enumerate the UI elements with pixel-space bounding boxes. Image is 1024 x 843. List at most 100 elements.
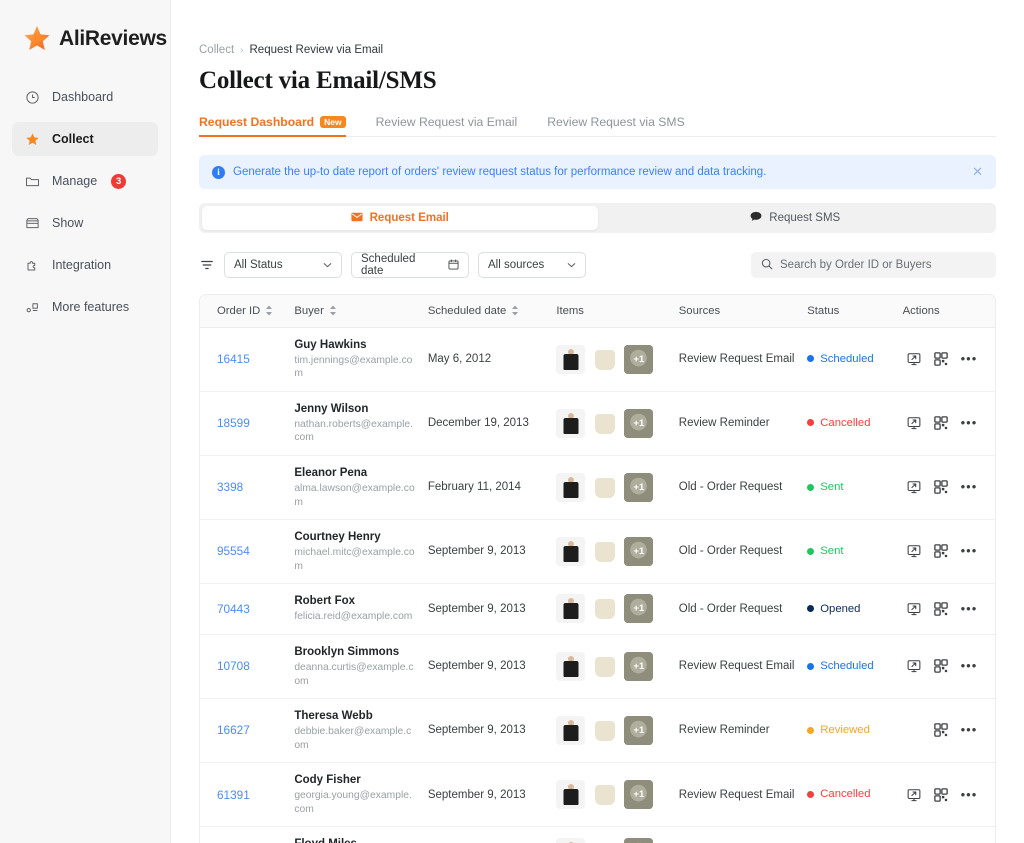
more-options-icon[interactable]: •••	[961, 726, 978, 734]
item-thumbnail[interactable]	[590, 716, 619, 745]
item-thumbnail[interactable]	[556, 780, 585, 809]
item-thumbnail[interactable]	[590, 473, 619, 502]
preview-icon[interactable]	[907, 480, 921, 494]
item-thumbnail[interactable]	[590, 537, 619, 566]
column-order-id[interactable]: Order ID	[200, 295, 288, 327]
qr-code-icon[interactable]	[934, 480, 948, 494]
preview-icon[interactable]	[907, 659, 921, 673]
cell-scheduled-date: May 6, 2012	[422, 327, 550, 391]
qr-code-icon[interactable]	[934, 602, 948, 616]
preview-icon[interactable]	[907, 544, 921, 558]
more-options-icon[interactable]: •••	[961, 419, 978, 427]
preview-icon[interactable]	[907, 352, 921, 366]
filter-icon[interactable]	[199, 257, 215, 273]
item-thumbnail[interactable]	[556, 537, 585, 566]
order-id-link[interactable]: 70443	[217, 602, 250, 616]
item-thumbnail[interactable]	[556, 345, 585, 374]
table-row[interactable]: 61391Cody Fishergeorgia.young@example.co…	[200, 763, 995, 827]
qr-code-icon[interactable]	[934, 788, 948, 802]
tab-review-request-via-sms[interactable]: Review Request via SMS	[547, 115, 685, 136]
item-thumbnail[interactable]	[556, 838, 585, 843]
request-email-button[interactable]: Request Email	[202, 206, 598, 230]
item-thumbnail[interactable]	[590, 594, 619, 623]
more-options-icon[interactable]: •••	[961, 355, 978, 363]
item-thumbnail-more[interactable]: +1	[624, 537, 653, 566]
table-row[interactable]: 16627Theresa Webbdebbie.baker@example.co…	[200, 698, 995, 762]
more-options-icon[interactable]: •••	[961, 662, 978, 670]
qr-code-icon[interactable]	[934, 352, 948, 366]
sidebar-item-collect[interactable]: Collect	[12, 122, 158, 156]
order-id-link[interactable]: 18599	[217, 416, 250, 430]
cell-actions: •••	[897, 391, 995, 455]
table-row[interactable]: 3398Eleanor Penaalma.lawson@example.comF…	[200, 455, 995, 519]
table-row[interactable]: 10708Brooklyn Simmonsdeanna.curtis@examp…	[200, 634, 995, 698]
order-id-link[interactable]: 16415	[217, 352, 250, 366]
item-thumbnail[interactable]	[590, 780, 619, 809]
sidebar-item-integration[interactable]: Integration	[12, 248, 158, 282]
qr-code-icon[interactable]	[934, 659, 948, 673]
qr-code-icon[interactable]	[934, 544, 948, 558]
scheduled-date-filter[interactable]: Scheduled date	[351, 252, 469, 278]
item-thumbnail[interactable]	[590, 652, 619, 681]
column-label: Actions	[903, 305, 940, 317]
item-thumbnail[interactable]	[556, 473, 585, 502]
sidebar-item-dashboard[interactable]: Dashboard	[12, 80, 158, 114]
qr-code-icon[interactable]	[934, 416, 948, 430]
order-id-link[interactable]: 61391	[217, 788, 250, 802]
cell-status: Opened	[801, 584, 896, 635]
item-thumbnail[interactable]	[590, 409, 619, 438]
order-id-link[interactable]: 10708	[217, 659, 250, 673]
preview-icon[interactable]	[907, 416, 921, 430]
request-sms-button[interactable]: Request SMS	[598, 206, 994, 230]
more-options-icon[interactable]: •••	[961, 547, 978, 555]
sidebar-item-manage[interactable]: Manage 3	[12, 164, 158, 198]
cell-order-id: 20079	[200, 827, 288, 843]
item-thumbnail[interactable]	[556, 409, 585, 438]
item-thumbnail-more[interactable]: +1	[624, 409, 653, 438]
table-row[interactable]: 95554Courtney Henrymichael.mitc@example.…	[200, 519, 995, 583]
column-label: Buyer	[294, 305, 324, 317]
breadcrumb-root[interactable]: Collect	[199, 44, 234, 56]
column-buyer[interactable]: Buyer	[288, 295, 422, 327]
item-thumbnail-more[interactable]: +1	[624, 838, 653, 843]
item-thumbnail-more[interactable]: +1	[624, 473, 653, 502]
item-thumbnail[interactable]	[556, 652, 585, 681]
table-row[interactable]: 20079Floyd Milestanya.hill@example.comFe…	[200, 827, 995, 843]
status-dot	[807, 727, 814, 734]
row-actions: •••	[903, 659, 989, 673]
sources-filter-select[interactable]: All sources	[478, 252, 586, 278]
tab-request-dashboard[interactable]: Request Dashboard New	[199, 115, 346, 136]
item-thumbnail[interactable]	[590, 345, 619, 374]
item-thumbnail[interactable]	[556, 716, 585, 745]
item-thumbnail-more[interactable]: +1	[624, 594, 653, 623]
buyer-email: felicia.reid@example.com	[294, 610, 416, 623]
column-scheduled-date[interactable]: Scheduled date	[422, 295, 550, 327]
item-thumbnail-more[interactable]: +1	[624, 345, 653, 374]
sidebar-item-show[interactable]: Show	[12, 206, 158, 240]
item-thumbnail[interactable]	[556, 594, 585, 623]
item-thumbnail-more[interactable]: +1	[624, 652, 653, 681]
more-options-icon[interactable]: •••	[961, 791, 978, 799]
item-thumbnail[interactable]	[590, 838, 619, 843]
scheduled-date: September 9, 2013	[428, 545, 526, 557]
envelope-icon	[351, 212, 363, 225]
more-options-icon[interactable]: •••	[961, 605, 978, 613]
tab-review-request-via-email[interactable]: Review Request via Email	[376, 115, 518, 136]
item-thumbnail-more[interactable]: +1	[624, 780, 653, 809]
table-row[interactable]: 70443Robert Foxfelicia.reid@example.comS…	[200, 584, 995, 635]
status-filter-select[interactable]: All Status	[224, 252, 342, 278]
table-row[interactable]: 16415Guy Hawkinstim.jennings@example.com…	[200, 327, 995, 391]
more-options-icon[interactable]: •••	[961, 483, 978, 491]
table-row[interactable]: 18599Jenny Wilsonnathan.roberts@example.…	[200, 391, 995, 455]
order-id-link[interactable]: 16627	[217, 723, 250, 737]
order-id-link[interactable]: 3398	[217, 480, 243, 494]
qr-code-icon[interactable]	[934, 723, 948, 737]
preview-icon[interactable]	[907, 602, 921, 616]
item-thumbnail-more[interactable]: +1	[624, 716, 653, 745]
sidebar-item-more-features[interactable]: More features	[12, 290, 158, 324]
close-icon[interactable]: ✕	[972, 164, 983, 180]
preview-icon[interactable]	[907, 788, 921, 802]
search-input[interactable]: Search by Order ID or Buyers	[751, 252, 996, 278]
order-id-link[interactable]: 95554	[217, 544, 250, 558]
sidebar-item-label: Manage	[52, 174, 97, 188]
